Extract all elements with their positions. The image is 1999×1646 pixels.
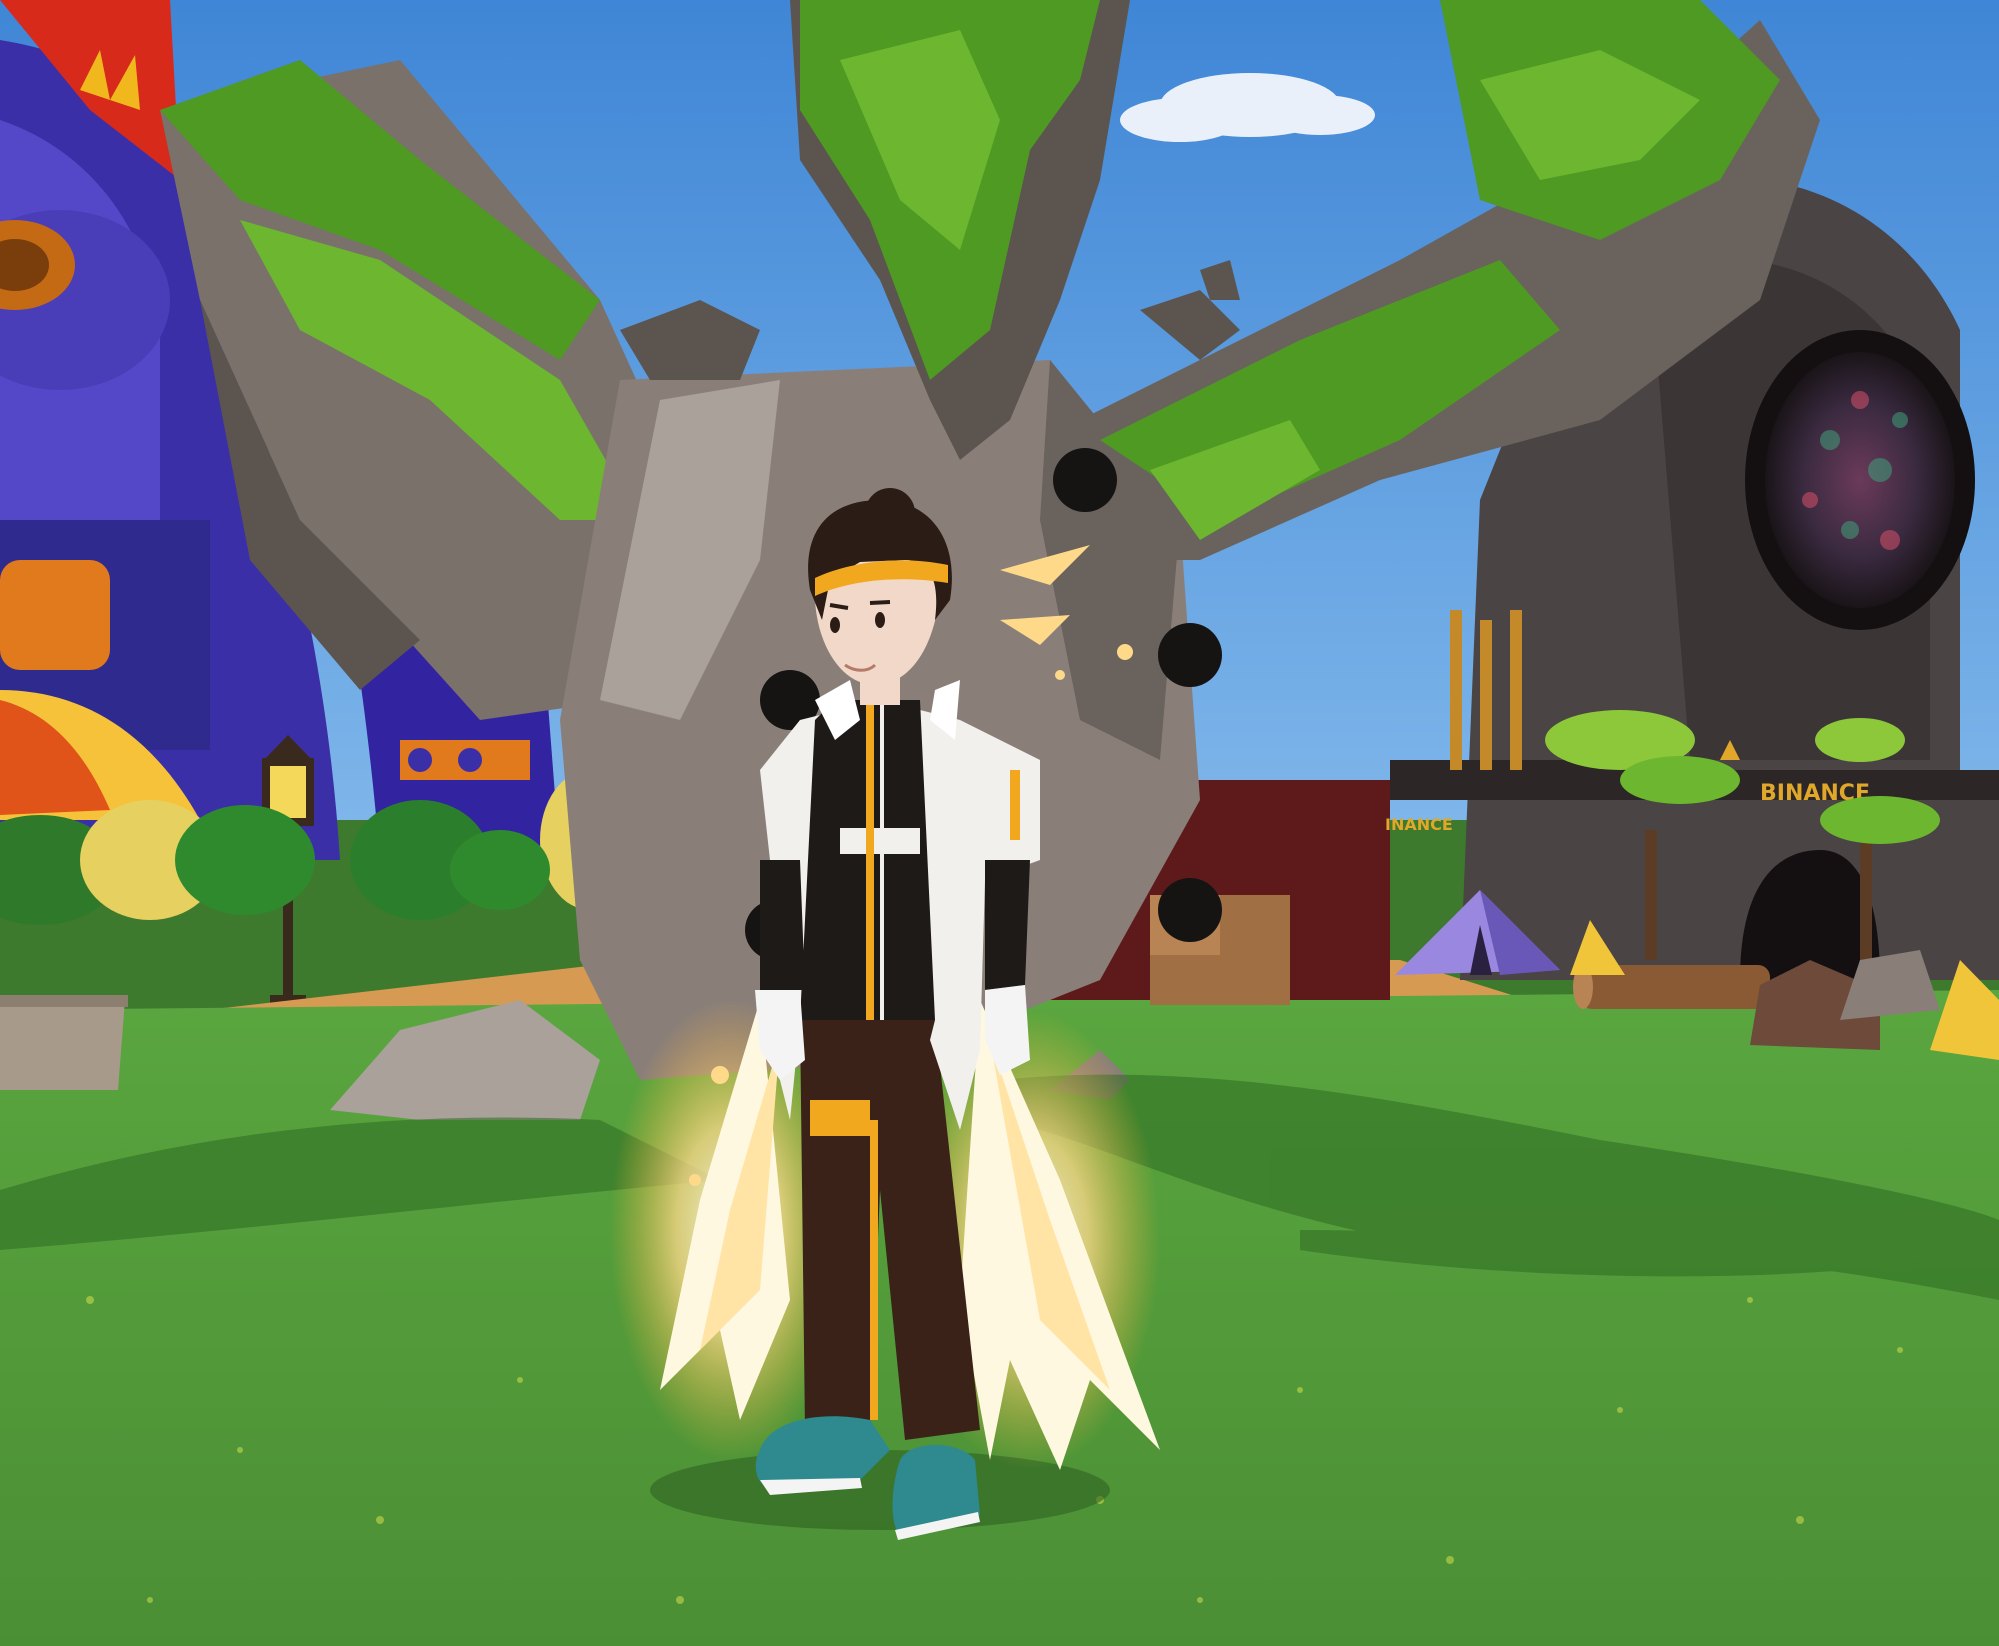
hut-sign: INANCE [1385,815,1453,834]
game-viewport[interactable]: BINANCE INANCE [0,0,1999,1646]
wooden-bucket [0,995,128,1090]
